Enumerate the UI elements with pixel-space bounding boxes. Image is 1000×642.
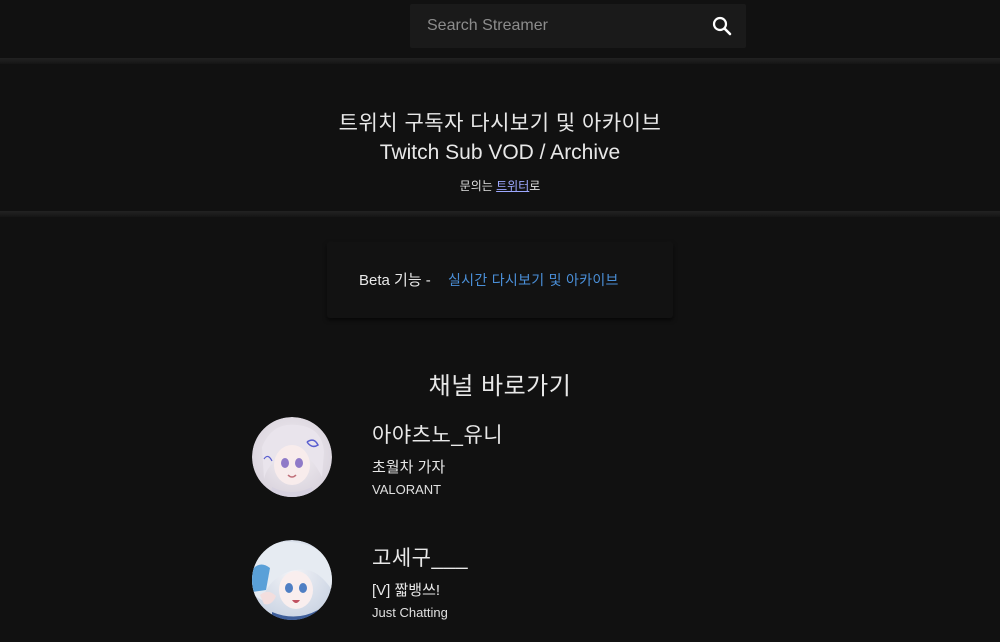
stream-title: 초월차 가자 [372, 459, 446, 476]
twitter-link[interactable]: 트위터 [496, 179, 529, 193]
top-bar [0, 0, 1000, 58]
stream-title: [V] 짧뱅쓰! [372, 582, 441, 599]
stream-category: Just Chatting [372, 605, 448, 620]
search-input[interactable] [410, 4, 700, 48]
hero-section: 트위치 구독자 다시보기 및 아카이브 Twitch Sub VOD / Arc… [0, 64, 1000, 212]
channels-heading: 채널 바로가기 [428, 373, 572, 400]
search-box [410, 4, 746, 48]
contact-prefix: 문의는 [459, 179, 497, 193]
beta-card: Beta 기능 - 실시간 다시보기 및 아카이브 [327, 242, 673, 318]
page-title-english: Twitch Sub VOD / Archive [379, 141, 621, 164]
contact-suffix: 로 [529, 179, 541, 193]
avatar[interactable] [252, 540, 332, 620]
channel-item[interactable]: 고세구___ [V] 짧뱅쓰! Just Chatting [252, 540, 752, 630]
page-title-korean: 트위치 구독자 다시보기 및 아카이브 [338, 112, 662, 135]
search-icon[interactable] [710, 14, 734, 38]
channel-name[interactable]: 고세구___ [372, 542, 468, 572]
hero-divider [0, 211, 1000, 217]
avatar[interactable] [252, 417, 332, 497]
contact-line: 문의는 트위터로 [0, 177, 1000, 194]
live-archive-link[interactable]: 실시간 다시보기 및 아카이브 [448, 270, 619, 290]
stream-category: VALORANT [372, 482, 442, 497]
channel-item[interactable]: 아야츠노_유니 초월차 가자 VALORANT [252, 417, 752, 507]
channel-name[interactable]: 아야츠노_유니 [372, 419, 503, 449]
beta-label: Beta 기능 - [359, 272, 431, 289]
